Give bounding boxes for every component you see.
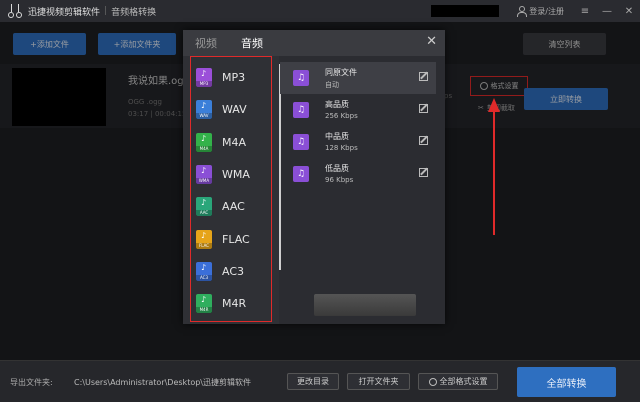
tab-audio[interactable]: 音频 xyxy=(241,35,263,51)
quality-title: 同原文件 xyxy=(325,68,357,77)
quality-bitrate: 96 Kbps xyxy=(325,176,354,184)
edit-icon[interactable] xyxy=(419,72,428,81)
convert-all-button[interactable]: 全部转换 xyxy=(517,367,616,397)
music-note-icon: ♫ xyxy=(293,102,309,118)
title-bar: 迅捷视频剪辑软件 | 音频格转换 登录/注册 ≡ — ✕ xyxy=(0,0,640,22)
app-title: 迅捷视频剪辑软件 xyxy=(28,7,101,18)
format-list-highlight xyxy=(190,56,272,322)
user-icon[interactable] xyxy=(517,6,528,17)
music-note-icon: ♫ xyxy=(293,70,309,86)
edit-icon[interactable] xyxy=(419,104,428,113)
quality-title: 高品质 xyxy=(325,100,349,109)
quality-bitrate: 256 Kbps xyxy=(325,112,358,120)
close-window-button[interactable]: ✕ xyxy=(618,0,640,22)
breadcrumb-separator: | xyxy=(104,6,108,16)
annotation-arrow xyxy=(493,110,495,235)
edit-icon[interactable] xyxy=(419,136,428,145)
quality-row-medium[interactable]: ♫ 中品质 128 Kbps xyxy=(280,126,436,158)
redacted-box xyxy=(431,5,500,17)
menu-button[interactable]: ≡ xyxy=(574,0,596,22)
tab-video[interactable]: 视频 xyxy=(195,35,217,51)
preview-bar xyxy=(314,294,416,316)
export-path: C:\Users\Administrator\Desktop\迅捷剪辑软件 xyxy=(74,378,251,387)
breadcrumb: 音频格转换 xyxy=(111,7,157,18)
quality-row-low[interactable]: ♫ 低品质 96 Kbps xyxy=(280,158,436,190)
quality-row-high[interactable]: ♫ 高品质 256 Kbps xyxy=(280,94,436,126)
all-format-setting-label: 全部格式设置 xyxy=(439,377,488,386)
edit-icon[interactable] xyxy=(419,168,428,177)
music-note-icon: ♫ xyxy=(293,134,309,150)
quality-title: 中品质 xyxy=(325,132,349,141)
close-dialog-icon[interactable]: ✕ xyxy=(426,34,437,49)
export-folder-label: 导出文件夹: xyxy=(10,378,53,387)
minimize-button[interactable]: — xyxy=(596,0,618,22)
app-logo-icon xyxy=(8,4,22,18)
change-dir-button[interactable]: 更改目录 xyxy=(287,373,339,390)
open-folder-button[interactable]: 打开文件夹 xyxy=(347,373,410,390)
quality-bitrate: 128 Kbps xyxy=(325,144,358,152)
music-note-icon: ♫ xyxy=(293,166,309,182)
gear-icon xyxy=(428,377,437,386)
quality-bitrate: 自动 xyxy=(325,81,339,89)
quality-row-original[interactable]: ♫ 同原文件 自动 xyxy=(280,62,436,94)
login-link[interactable]: 登录/注册 xyxy=(529,6,564,17)
all-format-setting-button[interactable]: 全部格式设置 xyxy=(418,373,498,390)
quality-title: 低品质 xyxy=(325,164,349,173)
dialog-tabs: 视频 音频 ✕ xyxy=(183,30,445,56)
